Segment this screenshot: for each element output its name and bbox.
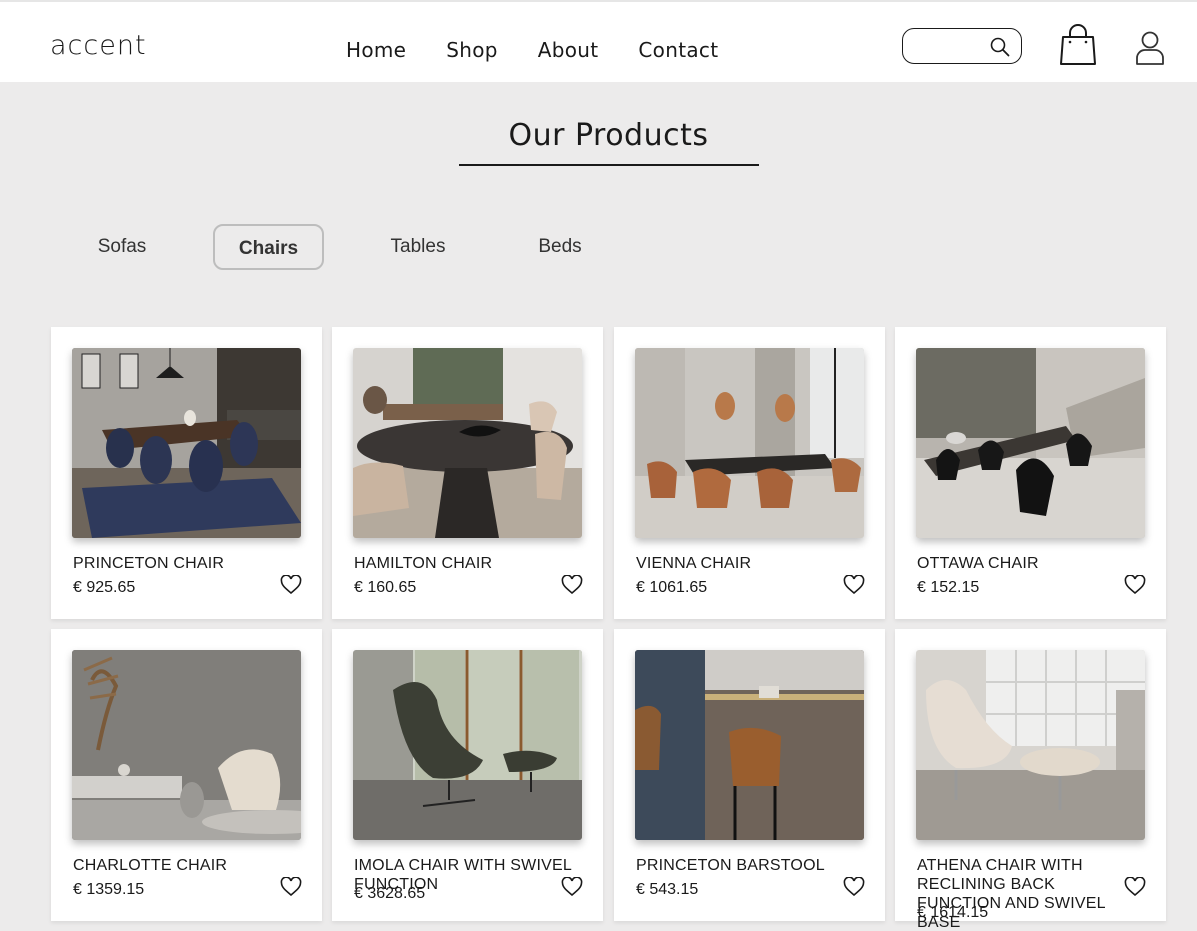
nav-about-link[interactable]: About [538, 38, 599, 62]
product-name[interactable]: PRINCETON CHAIR [73, 554, 293, 573]
tab-chairs[interactable]: Chairs [213, 224, 324, 270]
product-name[interactable]: HAMILTON CHAIR [354, 554, 574, 573]
heart-icon[interactable] [280, 877, 302, 897]
product-image[interactable] [635, 348, 864, 538]
product-name[interactable]: OTTAWA CHAIR [917, 554, 1137, 573]
heart-icon[interactable] [1124, 877, 1146, 897]
product-price: € 1061.65 [636, 579, 708, 596]
product-card[interactable]: VIENNA CHAIR € 1061.65 [614, 327, 885, 619]
product-card[interactable]: PRINCETON BARSTOOL € 543.15 [614, 629, 885, 921]
nav-home-link[interactable]: Home [346, 38, 406, 62]
nav-contact-link[interactable]: Contact [638, 38, 718, 62]
product-name[interactable]: CHARLOTTE CHAIR [73, 856, 293, 875]
shopping-bag-icon[interactable] [1058, 24, 1098, 66]
nav-shop-link[interactable]: Shop [446, 38, 498, 62]
site-header: accent Home Shop About Contact [0, 0, 1197, 82]
page-title: Our Products [508, 118, 709, 153]
product-image[interactable] [72, 650, 301, 840]
product-name[interactable]: VIENNA CHAIR [636, 554, 856, 573]
heart-icon[interactable] [561, 877, 583, 897]
product-price: € 543.15 [636, 881, 699, 898]
heart-icon[interactable] [280, 575, 302, 595]
product-card[interactable]: ATHENA CHAIR WITH RECLINING BACK FUNCTIO… [895, 629, 1166, 931]
product-image[interactable] [353, 348, 582, 538]
product-price: € 1359.15 [73, 881, 145, 898]
product-image[interactable] [916, 348, 1145, 538]
search-input[interactable] [913, 36, 983, 56]
product-card[interactable]: IMOLA CHAIR WITH SWIVEL FUNCTION € 3628.… [332, 629, 603, 921]
main-nav: Home Shop About Contact [346, 38, 758, 62]
product-image[interactable] [916, 650, 1145, 840]
product-name[interactable]: PRINCETON BARSTOOL [636, 856, 856, 875]
product-card[interactable]: PRINCETON CHAIR € 925.65 [51, 327, 322, 619]
tab-tables[interactable]: Tables [368, 224, 468, 270]
heart-icon[interactable] [843, 877, 865, 897]
product-price: € 925.65 [73, 579, 136, 596]
title-underline [459, 164, 759, 166]
product-image[interactable] [353, 650, 582, 840]
tab-sofas[interactable]: Sofas [72, 224, 172, 270]
product-price: € 160.65 [354, 579, 417, 596]
heart-icon[interactable] [561, 575, 583, 595]
product-image[interactable] [635, 650, 864, 840]
product-image[interactable] [72, 348, 301, 538]
product-card[interactable]: CHARLOTTE CHAIR € 1359.15 [51, 629, 322, 921]
product-price: € 3628.65 [354, 885, 426, 902]
brand-logo[interactable]: accent [50, 30, 147, 61]
product-card[interactable]: OTTAWA CHAIR € 152.15 [895, 327, 1166, 619]
product-price: € 1614.15 [917, 904, 989, 921]
search-box [902, 28, 1022, 64]
heart-icon[interactable] [843, 575, 865, 595]
product-price: € 152.15 [917, 579, 980, 596]
product-card[interactable]: HAMILTON CHAIR € 160.65 [332, 327, 603, 619]
user-icon[interactable] [1134, 30, 1166, 66]
heart-icon[interactable] [1124, 575, 1146, 595]
search-icon[interactable] [989, 36, 1011, 58]
tab-beds[interactable]: Beds [510, 224, 610, 270]
